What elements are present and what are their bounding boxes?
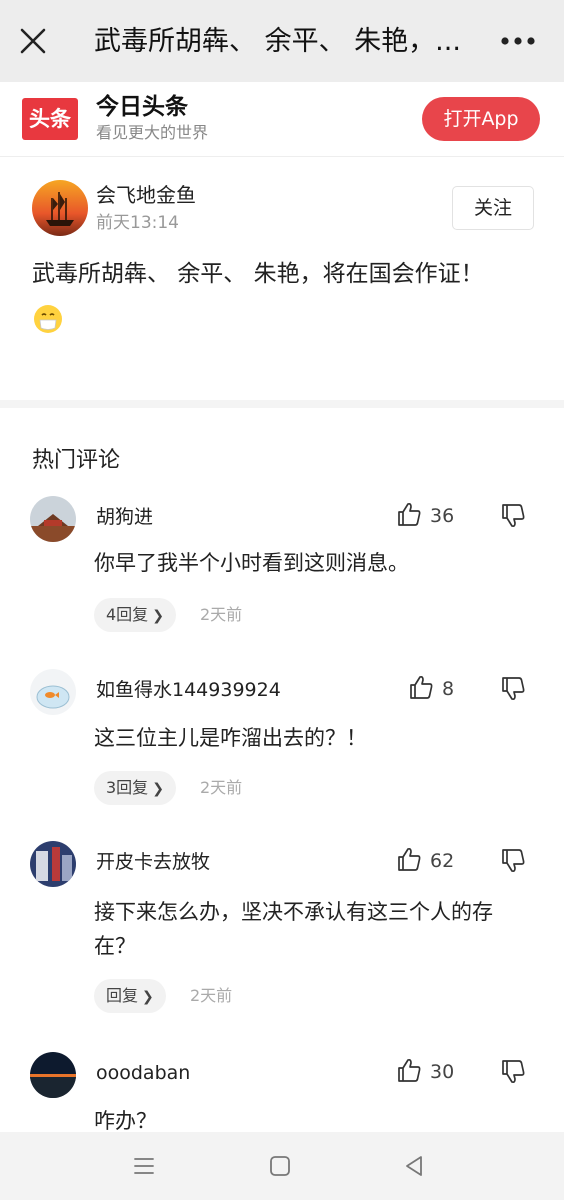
commenter-name[interactable]: 胡狗进 (96, 504, 153, 530)
like-count: 62 (430, 850, 455, 872)
replies-button[interactable]: 3回复 ❯ (94, 771, 176, 805)
open-app-button[interactable]: 打开App (422, 97, 540, 141)
system-nav-bar (0, 1132, 564, 1200)
author-name[interactable]: 会飞地金鱼 (96, 182, 196, 208)
app-name: 今日头条 (96, 94, 188, 120)
thumbs-up-icon (398, 502, 421, 526)
post-text: 武毒所胡犇、 余平、 朱艳，将在国会作证！ (32, 261, 484, 287)
commenter-avatar[interactable] (30, 841, 76, 887)
replies-label: 3回复 (106, 778, 149, 797)
comment-item: 胡狗进 36 你早了我半个小时看到这则消息。 4回复 ❯ 2天前 (0, 496, 564, 646)
thumbs-up-icon (410, 675, 433, 699)
thumbs-up-icon (398, 847, 421, 871)
replies-label: 回复 (106, 986, 139, 1005)
comment-text: 这三位主儿是咋溜出去的？！ (94, 726, 367, 750)
menu-button[interactable] (130, 1152, 158, 1180)
comment-text: 接下来怎么办，坚决不承认有这三个人的存在？ (94, 900, 493, 958)
mask-face-emoji-icon (32, 303, 64, 335)
author-avatar[interactable] (32, 180, 88, 236)
post-time: 前天13:14 (96, 213, 179, 233)
home-button[interactable] (266, 1152, 294, 1180)
like-count: 30 (430, 1061, 455, 1083)
replies-label: 4回复 (106, 605, 149, 624)
dislike-button[interactable] (500, 847, 526, 875)
more-button[interactable] (496, 26, 540, 56)
commenter-avatar[interactable] (30, 1052, 76, 1098)
thumbs-up-icon (398, 1058, 421, 1082)
more-icon (501, 37, 535, 45)
like-button[interactable]: 36 (396, 500, 496, 532)
thumbs-down-icon (502, 1060, 525, 1084)
app-slogan: 看见更大的世界 (96, 123, 209, 142)
like-count: 36 (430, 505, 455, 527)
like-button[interactable]: 62 (396, 845, 496, 877)
dislike-button[interactable] (500, 502, 526, 530)
replies-button[interactable]: 4回复 ❯ (94, 598, 176, 632)
comment-item: 开皮卡去放牧 62 接下来怎么办，坚决不承认有这三个人的存在？ 回复 ❯ 2天前 (0, 841, 564, 1021)
post: 会飞地金鱼 前天13:14 关注 武毒所胡犇、 余平、 朱艳，将在国会作证！ (0, 158, 564, 400)
dislike-button[interactable] (500, 1058, 526, 1086)
page-title: 武毒所胡犇、 余平、 朱艳，... (94, 26, 461, 57)
app-logo: 头条 (22, 98, 78, 140)
home-icon (270, 1156, 290, 1176)
chevron-right-icon: ❯ (142, 989, 154, 1005)
commenter-avatar[interactable] (30, 496, 76, 542)
comment-date: 2天前 (190, 986, 233, 1005)
comment-text: 你早了我半个小时看到这则消息。 (94, 551, 409, 575)
app-banner: 头条 今日头条 看见更大的世界 打开App (0, 82, 564, 157)
comment-item: 如鱼得水144939924 8 这三位主儿是咋溜出去的？！ 3回复 ❯ 2天前 (0, 669, 564, 819)
commenter-name[interactable]: 开皮卡去放牧 (96, 849, 210, 875)
like-count: 8 (442, 678, 455, 700)
comment-date: 2天前 (200, 778, 243, 797)
chevron-right-icon: ❯ (152, 781, 164, 797)
commenter-name[interactable]: 如鱼得水144939924 (96, 677, 281, 703)
like-button[interactable]: 8 (408, 673, 508, 705)
close-button[interactable] (16, 24, 50, 58)
top-bar: 武毒所胡犇、 余平、 朱艳，... (0, 0, 564, 82)
back-button[interactable] (400, 1152, 428, 1180)
comment-date: 2天前 (200, 605, 243, 624)
close-icon (20, 28, 46, 54)
follow-button[interactable]: 关注 (452, 186, 534, 230)
menu-icon (134, 1158, 154, 1174)
commenter-avatar[interactable] (30, 669, 76, 715)
like-button[interactable]: 30 (396, 1056, 496, 1088)
thumbs-down-icon (502, 677, 525, 701)
dislike-button[interactable] (500, 675, 526, 703)
comments-title: 热门评论 (32, 448, 121, 473)
back-icon (406, 1156, 422, 1176)
section-divider (0, 400, 564, 408)
thumbs-down-icon (502, 504, 525, 528)
replies-button[interactable]: 回复 ❯ (94, 979, 166, 1013)
thumbs-down-icon (502, 849, 525, 873)
commenter-name[interactable]: ooodaban (96, 1060, 190, 1086)
comment-item: ooodaban 30 咋办？ (0, 1052, 564, 1133)
chevron-right-icon: ❯ (152, 608, 164, 624)
